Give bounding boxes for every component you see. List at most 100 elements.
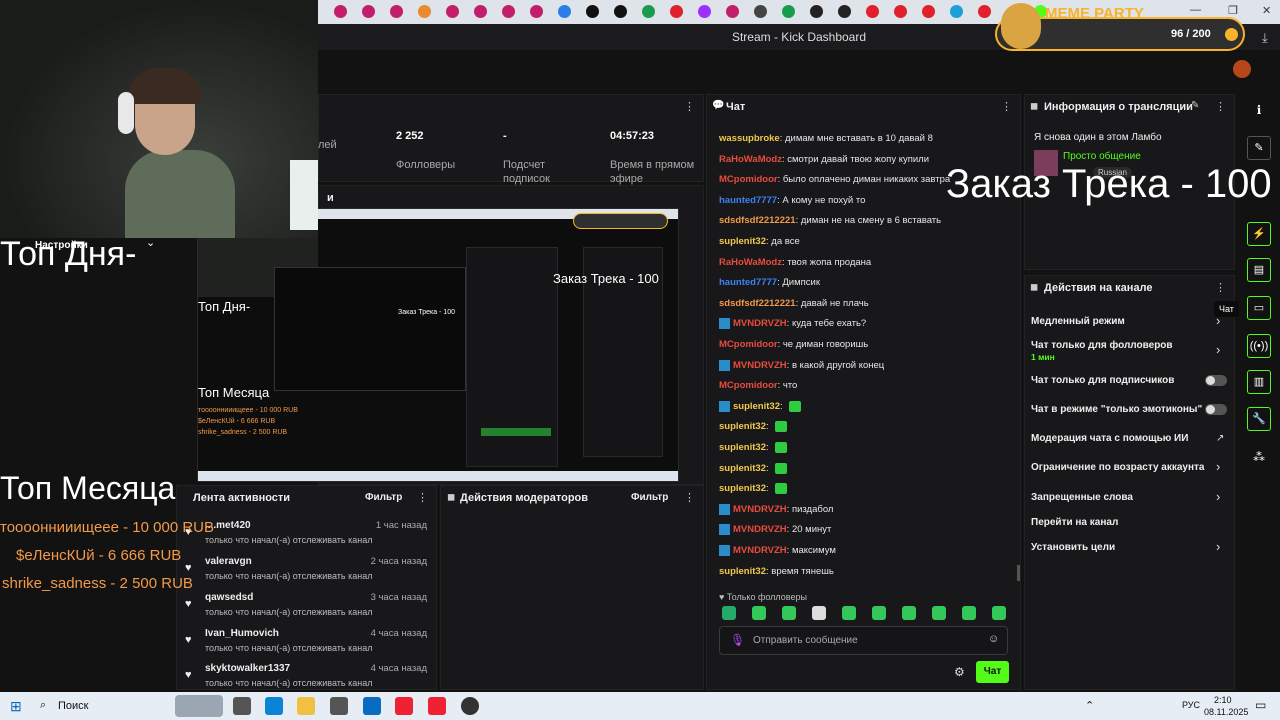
emote-icon[interactable] bbox=[842, 606, 856, 620]
tab-favicon-icon[interactable] bbox=[810, 5, 823, 18]
action-ai-moderation[interactable]: Модерация чата с помощью ИИ bbox=[1031, 433, 1188, 444]
more-icon[interactable]: ⋮ bbox=[1215, 100, 1226, 113]
emote-icon[interactable] bbox=[902, 606, 916, 620]
emote-icon[interactable] bbox=[872, 606, 886, 620]
tab-favicon-icon[interactable] bbox=[614, 5, 627, 18]
tab-favicon-icon[interactable] bbox=[334, 5, 347, 18]
more-icon[interactable]: ⋮ bbox=[684, 491, 695, 504]
chat-username[interactable]: suplenit32 bbox=[719, 421, 766, 432]
action-set-goals[interactable]: Установить цели bbox=[1031, 542, 1115, 553]
outlook-icon[interactable] bbox=[363, 697, 381, 715]
info-icon[interactable]: ℹ bbox=[1249, 100, 1269, 120]
download-icon[interactable]: ⤓ bbox=[1262, 30, 1268, 46]
tab-favicon-icon[interactable] bbox=[642, 5, 655, 18]
stream-category[interactable]: Просто общение bbox=[1063, 151, 1141, 162]
taskbar-search[interactable]: Поиск bbox=[58, 700, 88, 712]
chevron-right-icon[interactable]: › bbox=[1216, 489, 1220, 504]
chat-username[interactable]: MVNDRVZH bbox=[733, 504, 787, 515]
maximize-icon[interactable]: ❐ bbox=[1228, 4, 1238, 17]
chat-username[interactable]: wassupbroke bbox=[719, 133, 780, 144]
chat-username[interactable]: MVNDRVZH bbox=[733, 360, 787, 371]
emote-icon[interactable] bbox=[962, 606, 976, 620]
obs-icon[interactable] bbox=[461, 697, 479, 715]
notifications-icon[interactable]: ▭ bbox=[1255, 698, 1266, 712]
yandex-icon[interactable] bbox=[395, 697, 413, 715]
send-chat-button[interactable]: Чат bbox=[976, 661, 1009, 683]
chat-username[interactable]: sdsdfsdf2212221 bbox=[719, 298, 796, 309]
tab-favicon-icon[interactable] bbox=[922, 5, 935, 18]
emote-icon[interactable] bbox=[775, 462, 788, 474]
action-banned-words[interactable]: Запрещенные слова bbox=[1031, 492, 1133, 503]
tab-favicon-icon[interactable] bbox=[362, 5, 375, 18]
search-icon[interactable]: ⌕ bbox=[40, 699, 46, 712]
emote-icon[interactable] bbox=[775, 483, 788, 495]
emotes-only-toggle[interactable] bbox=[1205, 404, 1227, 415]
emote-icon[interactable] bbox=[775, 442, 788, 453]
chat-username[interactable]: MCpomidoor bbox=[719, 174, 778, 185]
printer-icon[interactable]: ▥ bbox=[1247, 370, 1271, 394]
chat-scrollbar[interactable] bbox=[1017, 565, 1020, 581]
chat-username[interactable]: suplenit32 bbox=[719, 236, 766, 247]
chat-username[interactable]: RaHoWaModz bbox=[719, 154, 782, 165]
edge-icon[interactable] bbox=[265, 697, 283, 715]
emote-icon[interactable] bbox=[789, 400, 802, 412]
tab-favicon-icon[interactable] bbox=[390, 5, 403, 18]
wrench-icon[interactable]: 🔧 bbox=[1247, 407, 1271, 431]
action-slow-mode[interactable]: Медленный режим bbox=[1031, 316, 1125, 327]
emote-icon[interactable] bbox=[992, 606, 1006, 620]
tab-favicon-icon[interactable] bbox=[418, 5, 431, 18]
chat-username[interactable]: MCpomidoor bbox=[719, 339, 778, 350]
task-view-icon[interactable] bbox=[233, 697, 251, 715]
chat-username[interactable]: haunted7777 bbox=[719, 277, 777, 288]
action-go-to-channel[interactable]: Перейти на канал bbox=[1031, 517, 1118, 528]
file-explorer-icon[interactable] bbox=[297, 697, 315, 715]
clock-time[interactable]: 2:10 bbox=[1214, 695, 1232, 705]
chevron-right-icon[interactable]: › bbox=[1216, 342, 1220, 357]
chat-username[interactable]: MVNDRVZH bbox=[733, 545, 787, 556]
tab-favicon-icon[interactable] bbox=[474, 5, 487, 18]
tab-favicon-icon[interactable] bbox=[894, 5, 907, 18]
edit-icon[interactable]: ✎ bbox=[1247, 136, 1271, 160]
tab-favicon-icon[interactable] bbox=[698, 5, 711, 18]
tab-favicon-icon[interactable] bbox=[502, 5, 515, 18]
tab-favicon-icon[interactable] bbox=[586, 5, 599, 18]
chat-input[interactable]: 🎙 Отправить сообщение ☺ bbox=[719, 626, 1008, 655]
emote-icon[interactable] bbox=[722, 606, 736, 620]
chevron-right-icon[interactable]: › bbox=[1216, 459, 1220, 474]
chat-username[interactable]: suplenit32 bbox=[733, 401, 780, 412]
chat-username[interactable]: suplenit32 bbox=[719, 442, 766, 453]
tab-favicon-icon[interactable] bbox=[754, 5, 767, 18]
chat-username[interactable]: suplenit32 bbox=[719, 463, 766, 474]
action-age-restriction[interactable]: Ограничение по возрасту аккаунта bbox=[1031, 462, 1205, 473]
emote-icon[interactable] bbox=[782, 606, 796, 620]
edit-icon[interactable]: ✎ bbox=[1191, 100, 1199, 111]
chat-username[interactable]: MVNDRVZH bbox=[733, 318, 787, 329]
emote-icon[interactable] bbox=[775, 421, 788, 433]
tab-favicon-icon[interactable] bbox=[670, 5, 683, 18]
more-icon[interactable]: ⋮ bbox=[1001, 100, 1012, 113]
subscribers-only-toggle[interactable] bbox=[1205, 375, 1227, 386]
avatar[interactable] bbox=[1233, 60, 1251, 78]
mod-filter-button[interactable]: Фильтр bbox=[631, 492, 668, 503]
activity-filter-button[interactable]: Фильтр bbox=[365, 492, 402, 503]
tab-favicon-icon[interactable] bbox=[782, 5, 795, 18]
nodes-icon[interactable]: ⁂ bbox=[1249, 447, 1269, 467]
tab-favicon-icon[interactable] bbox=[530, 5, 543, 18]
more-icon[interactable]: ⋮ bbox=[684, 100, 695, 113]
yandex-app-icon[interactable] bbox=[428, 697, 446, 715]
emote-icon[interactable] bbox=[752, 606, 766, 620]
emote-icon[interactable] bbox=[932, 606, 946, 620]
stream-preview-video[interactable]: Заказ Трека - 100 Заказ Трека - 100 Топ … bbox=[197, 208, 679, 482]
chat-username[interactable]: sdsdfsdf2212221 bbox=[719, 215, 796, 226]
emoji-icon[interactable]: ☺ bbox=[988, 633, 999, 645]
document-icon[interactable]: ▤ bbox=[1247, 258, 1271, 282]
gear-icon[interactable]: ⚙ bbox=[954, 665, 965, 679]
tray-chevron-icon[interactable]: ⌃ bbox=[1085, 699, 1094, 712]
tab-favicon-icon[interactable] bbox=[978, 5, 991, 18]
chat-username[interactable]: RaHoWaModz bbox=[719, 257, 782, 268]
store-icon[interactable] bbox=[330, 697, 348, 715]
tab-favicon-icon[interactable] bbox=[866, 5, 879, 18]
action-followers-only[interactable]: Чат только для фолловеров bbox=[1031, 340, 1173, 351]
chat-icon[interactable]: ▭ bbox=[1247, 296, 1271, 320]
chat-username[interactable]: MVNDRVZH bbox=[733, 524, 787, 535]
